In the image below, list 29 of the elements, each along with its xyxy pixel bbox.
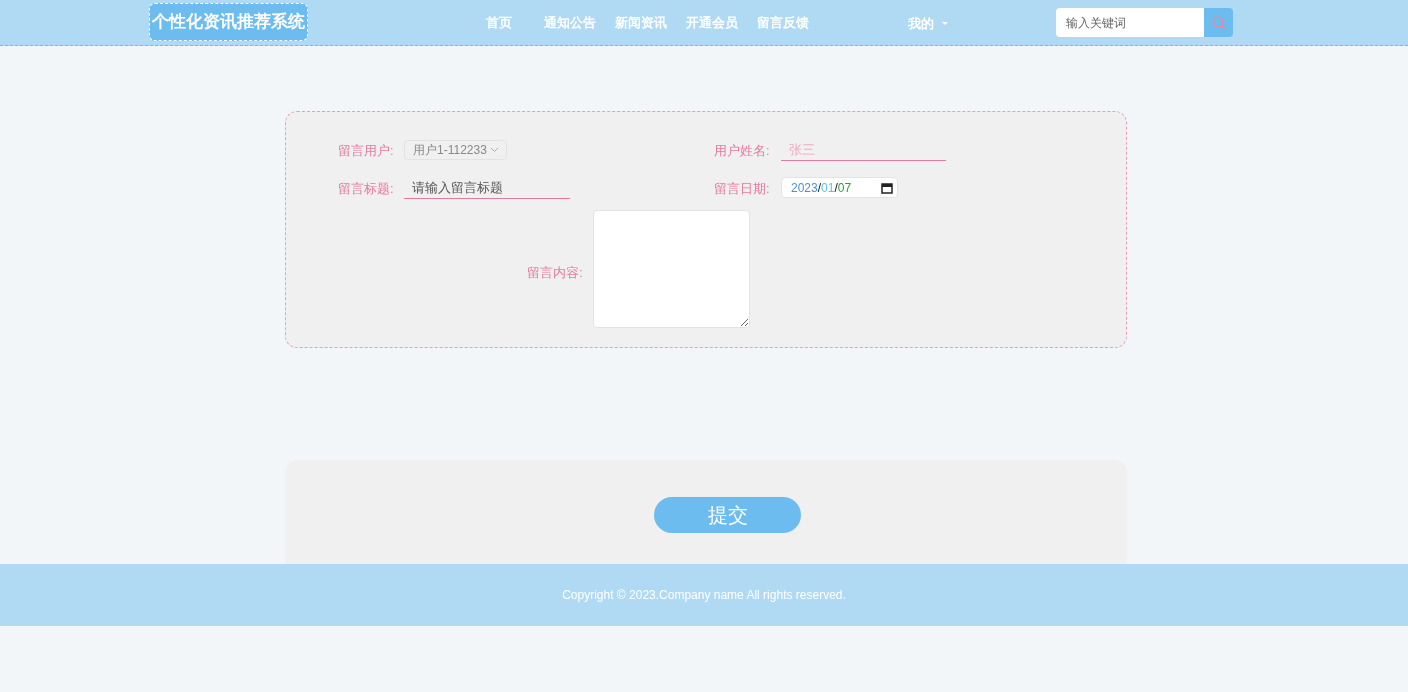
chevron-down-icon [490, 148, 498, 152]
content-textarea[interactable] [593, 210, 750, 328]
date-part: 01 [821, 179, 835, 197]
caret-icon [942, 21, 948, 26]
site-logo[interactable]: 个性化资讯推荐系统 [149, 3, 308, 41]
field-label: 留言日期: [714, 180, 770, 198]
search-icon [1210, 14, 1227, 31]
user-menu[interactable]: 我的 [908, 14, 948, 34]
field-label: 用户姓名: [714, 142, 770, 160]
calendar-icon[interactable] [881, 181, 893, 194]
nav-link[interactable]: 留言反馈 [757, 13, 809, 33]
submit-button[interactable]: 提交 [654, 497, 801, 533]
nav-link[interactable]: 通知公告 [544, 13, 596, 33]
title-field[interactable]: 请输入留言标题 [404, 176, 570, 199]
copyright-text: Copyright © 2023.Company name All rights reserved. [562, 587, 846, 604]
field-label: 留言标题: [338, 180, 394, 198]
date-part: 07 [837, 179, 852, 197]
field-label: 留言用户: [338, 142, 394, 160]
date-part: / [817, 179, 822, 197]
nav-link[interactable]: 开通会员 [686, 13, 738, 33]
field-label: 留言内容: [527, 264, 583, 282]
date-part: / [834, 179, 838, 197]
date-part: 2023 [791, 179, 818, 197]
nav-link[interactable]: 首页 [486, 13, 512, 33]
name-field[interactable]: 张三 [781, 139, 946, 161]
date-field[interactable]: 2023/01/07 [781, 177, 898, 198]
nav-link[interactable]: 新闻资讯 [615, 13, 667, 33]
search-button[interactable] [1204, 8, 1233, 37]
search-field[interactable]: 输入关键词 [1056, 8, 1204, 37]
